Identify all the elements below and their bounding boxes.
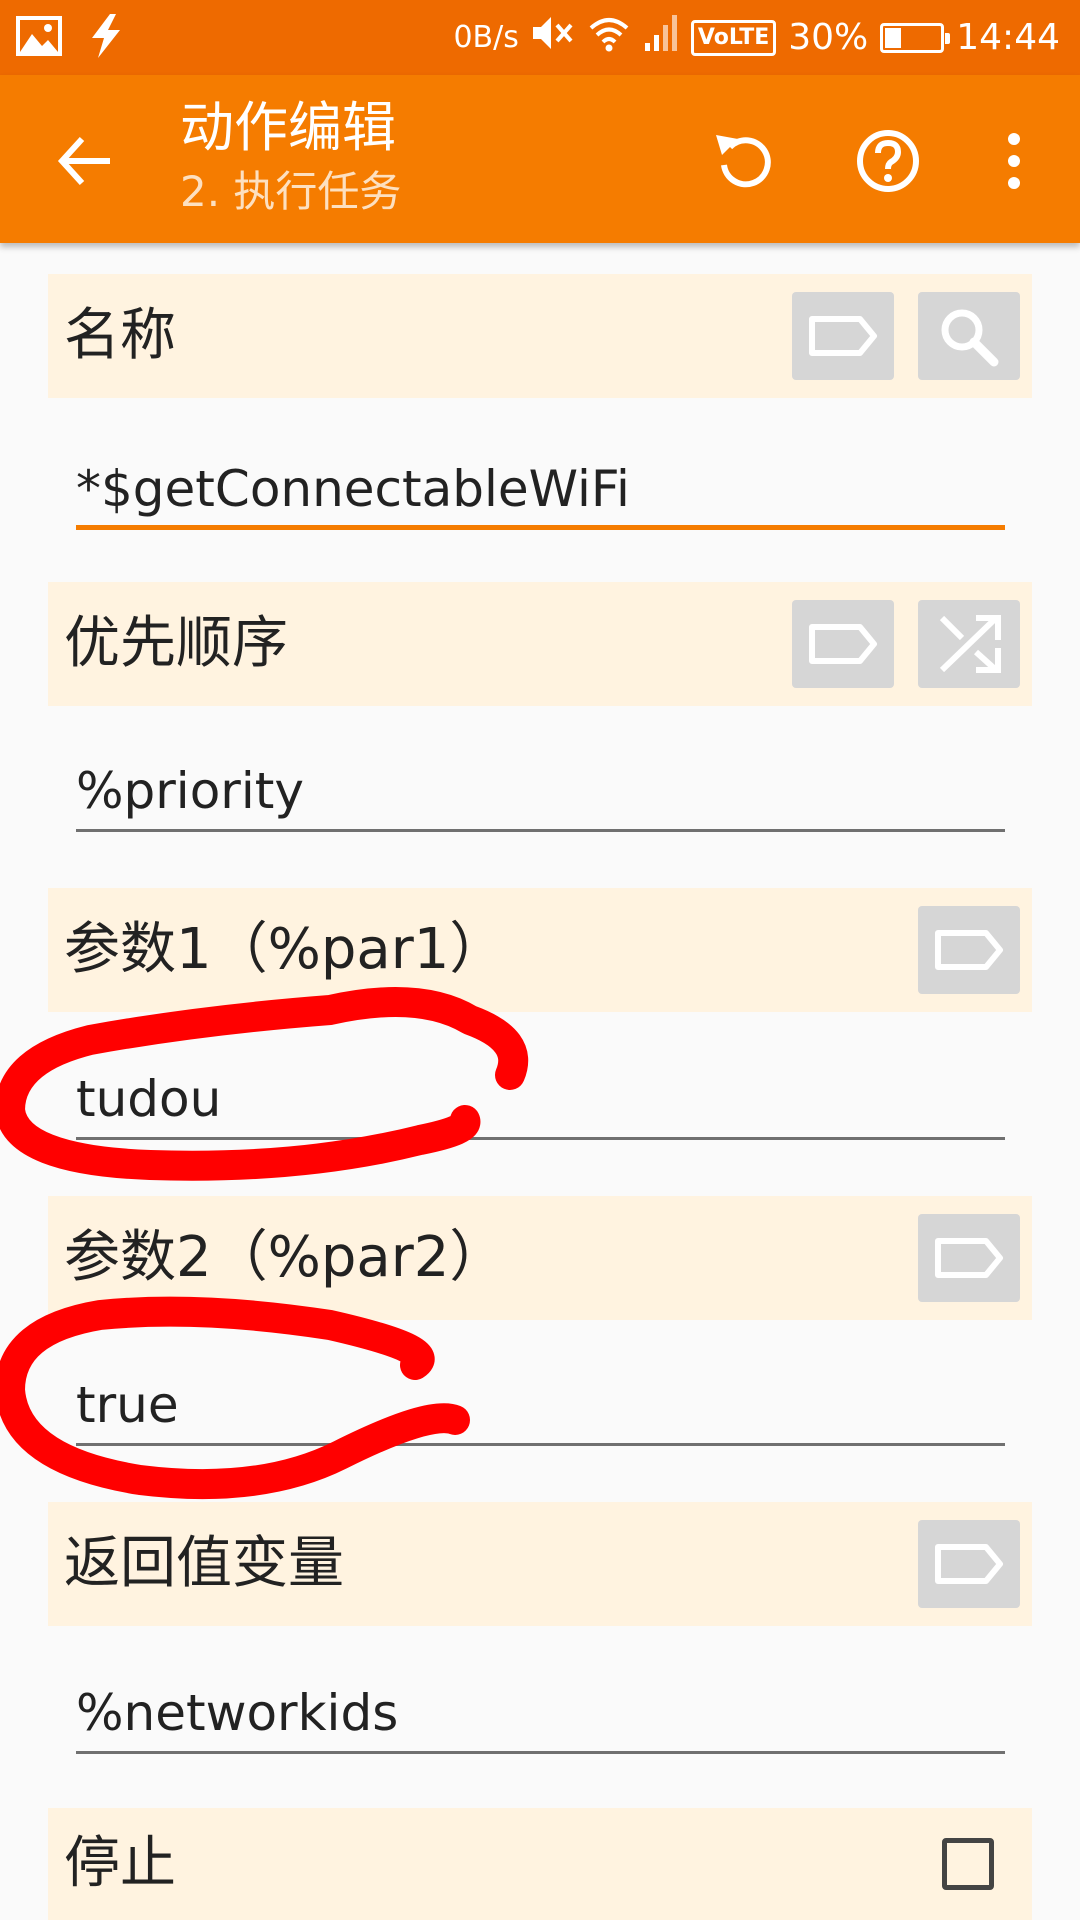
priority-label: 优先顺序 bbox=[64, 611, 288, 676]
param2-field-underline bbox=[76, 1443, 1005, 1446]
undo-icon bbox=[716, 135, 771, 188]
battery-percent: 30% bbox=[788, 17, 869, 58]
clock: 14:44 bbox=[956, 17, 1060, 58]
name-search-button[interactable] bbox=[918, 292, 1020, 380]
return-variable-section: 返回值变量 bbox=[48, 1502, 1032, 1626]
priority-field[interactable]: %priority bbox=[76, 742, 1005, 832]
return-variable-value: %networkids bbox=[76, 1684, 399, 1742]
page-subtitle: 2. 执行任务 bbox=[180, 167, 402, 216]
wifi-icon bbox=[587, 14, 631, 61]
param2-value: true bbox=[76, 1376, 179, 1434]
label-tag-icon bbox=[935, 1238, 1003, 1278]
more-vert-icon bbox=[1008, 133, 1020, 189]
app-bar: 动作编辑 2. 执行任务 bbox=[0, 75, 1080, 243]
image-notification-icon bbox=[16, 16, 62, 60]
return-variable-label: 返回值变量 bbox=[64, 1531, 344, 1596]
label-tag-icon bbox=[809, 624, 877, 664]
arrow-back-icon bbox=[57, 136, 110, 186]
page-title: 动作编辑 bbox=[180, 96, 396, 159]
label-tag-icon bbox=[935, 930, 1003, 970]
title-block: 动作编辑 2. 执行任务 bbox=[180, 93, 401, 221]
stop-section: 停止 bbox=[48, 1808, 1032, 1920]
reset-button[interactable] bbox=[708, 125, 780, 197]
name-value: *$getConnectableWiFi bbox=[76, 460, 630, 518]
priority-field-underline bbox=[76, 829, 1005, 832]
param1-field-underline bbox=[76, 1137, 1005, 1140]
return-variable-button[interactable] bbox=[918, 1520, 1020, 1608]
name-section: 名称 bbox=[48, 274, 1032, 398]
charging-icon bbox=[88, 14, 124, 62]
param1-field[interactable]: tudou bbox=[76, 1050, 1005, 1140]
param2-label: 参数2（%par2） bbox=[64, 1225, 506, 1290]
help-icon bbox=[857, 130, 919, 192]
return-variable-field-underline bbox=[76, 1751, 1005, 1754]
search-icon bbox=[941, 309, 999, 367]
priority-shuffle-button[interactable] bbox=[918, 600, 1020, 688]
back-button[interactable] bbox=[50, 125, 122, 197]
battery-icon bbox=[880, 22, 951, 53]
name-label: 名称 bbox=[64, 303, 176, 368]
param1-section: 参数1（%par1） bbox=[48, 888, 1032, 1012]
shuffle-icon bbox=[939, 615, 1001, 673]
network-speed: 0B/s bbox=[453, 20, 519, 55]
help-button[interactable] bbox=[852, 125, 924, 197]
name-variable-button[interactable] bbox=[792, 292, 894, 380]
cell-signal-icon bbox=[643, 13, 679, 62]
param1-value: tudou bbox=[76, 1070, 222, 1128]
label-tag-icon bbox=[809, 316, 877, 356]
param1-variable-button[interactable] bbox=[918, 906, 1020, 994]
priority-value: %priority bbox=[76, 762, 304, 820]
volte-badge: VoLTE bbox=[690, 19, 777, 56]
param2-section: 参数2（%par2） bbox=[48, 1196, 1032, 1320]
param2-field[interactable]: true bbox=[76, 1356, 1005, 1446]
label-tag-icon bbox=[935, 1544, 1003, 1584]
priority-section: 优先顺序 bbox=[48, 582, 1032, 706]
overflow-menu-button[interactable] bbox=[978, 125, 1050, 197]
priority-variable-button[interactable] bbox=[792, 600, 894, 688]
stop-checkbox[interactable] bbox=[942, 1838, 994, 1890]
name-field[interactable]: *$getConnectableWiFi bbox=[76, 440, 1005, 530]
stop-label: 停止 bbox=[64, 1831, 176, 1896]
name-field-underline bbox=[76, 525, 1005, 530]
return-variable-field[interactable]: %networkids bbox=[76, 1664, 1005, 1754]
param2-variable-button[interactable] bbox=[918, 1214, 1020, 1302]
mute-icon bbox=[531, 13, 575, 62]
status-bar: 0B/s VoLTE 30% 14:44 bbox=[0, 0, 1080, 75]
param1-label: 参数1（%par1） bbox=[64, 917, 506, 982]
